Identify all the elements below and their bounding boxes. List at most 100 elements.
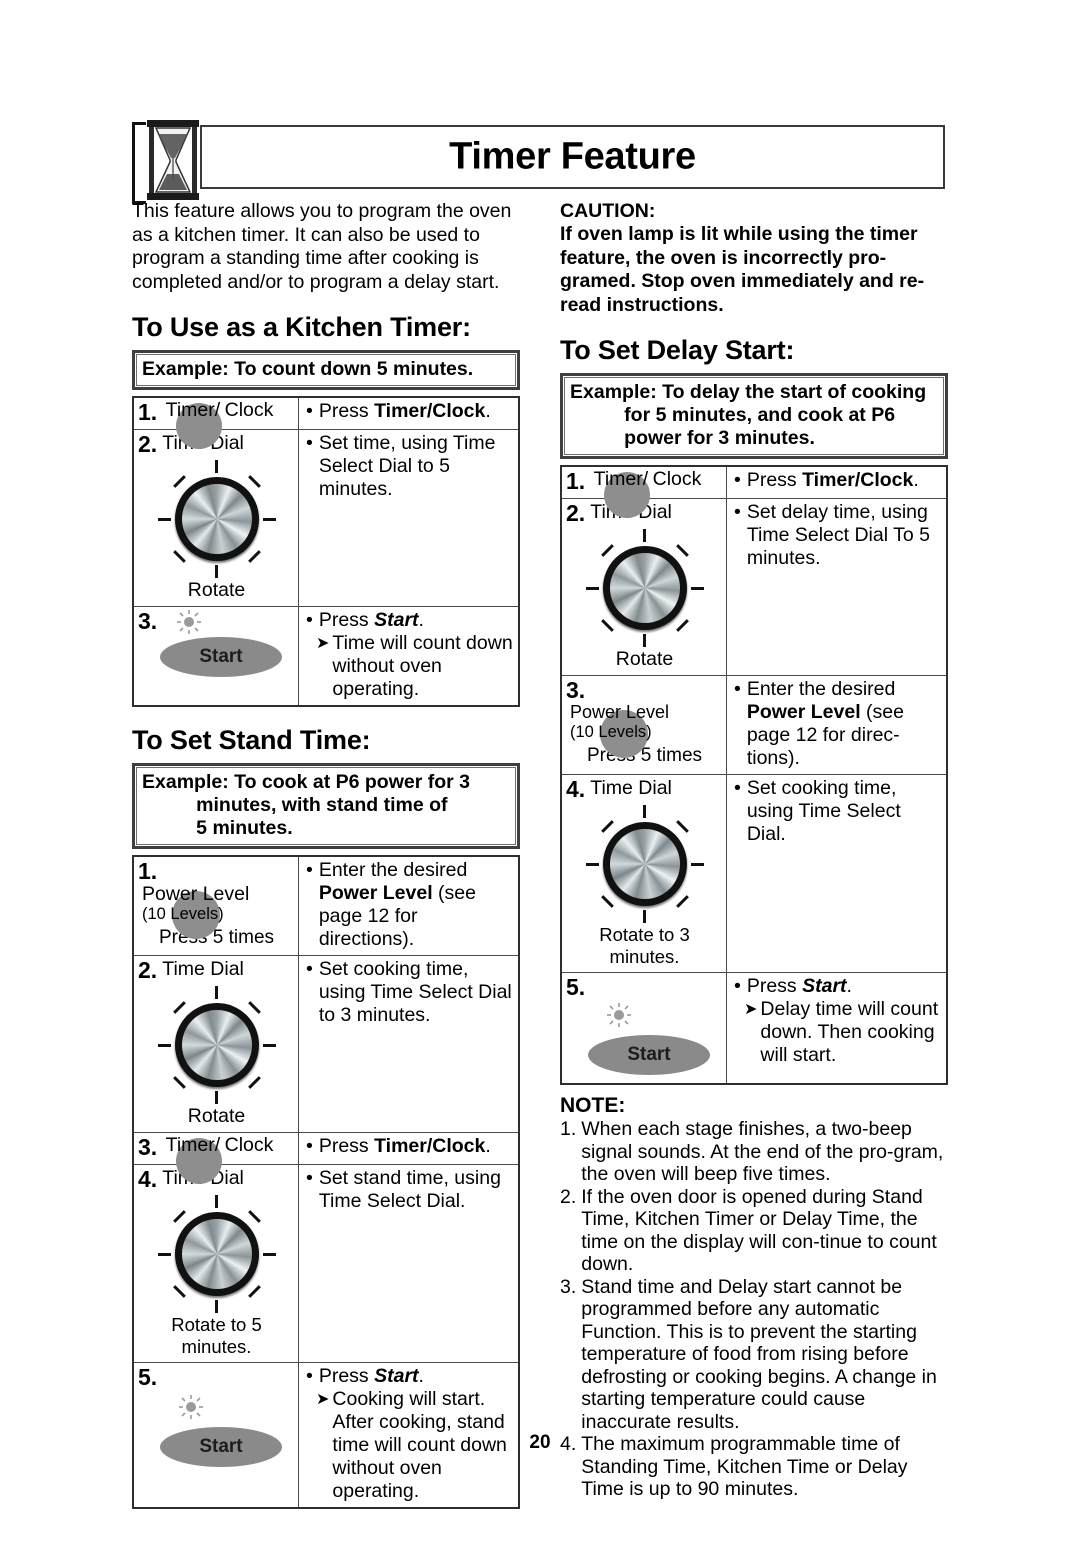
dial-tick: [643, 634, 646, 647]
step-action-cell: • Press Timer/Clock.: [298, 1132, 520, 1165]
timer-clock-label-line2: Clock: [224, 399, 274, 421]
dial-tick: [675, 895, 689, 908]
step-key-cell: 4. Time Dial: [560, 774, 727, 973]
steps-table-kitchen-timer: 1. Timer/ Clock • Press Timer/Clock. 2. …: [132, 396, 520, 707]
dial-tick: [215, 565, 218, 578]
time-select-dial[interactable]: [157, 1195, 276, 1313]
dial-tick: [215, 1300, 218, 1313]
example-line: 5 minutes.: [142, 817, 293, 839]
dial-tick: [247, 1001, 261, 1014]
dial-tick: [157, 1252, 171, 1256]
page-header: Timer Feature: [132, 118, 948, 204]
power-level-sublabel: (10 Levels): [570, 723, 652, 741]
action-bullet: • Press Start.: [734, 975, 943, 998]
step-action-cell: • Press Start. ➤ Delay time will count d…: [726, 972, 948, 1085]
step-key-cell: 4. Time Dial: [132, 1164, 299, 1363]
step-dial-header: 4. Time Dial: [566, 777, 723, 802]
action-bullet: • Set delay time, using Time Select Dial…: [734, 501, 943, 570]
example-line: Example: To cook at P6 power for 3: [142, 771, 470, 793]
power-level-button[interactable]: Power Level (10 Levels): [570, 702, 723, 758]
start-button[interactable]: Start: [160, 637, 282, 677]
dial-knob: [609, 829, 680, 899]
intro-paragraph: This feature allows you to program the o…: [132, 200, 512, 293]
action-bullet: • Enter the desired Power Level (see pag…: [306, 859, 515, 951]
note-number: 1.: [560, 1118, 577, 1140]
list-item: 2. If the oven door is opened during Sta…: [560, 1186, 948, 1276]
dial-tick: [690, 862, 704, 866]
power-level-button[interactable]: Power Level (10 Levels): [142, 883, 295, 939]
dial-tick: [172, 550, 186, 563]
time-select-dial[interactable]: [157, 460, 276, 578]
dial-tick: [600, 820, 614, 833]
dial-tick: [247, 1285, 261, 1298]
sun-icon: [176, 610, 201, 634]
time-select-dial[interactable]: [585, 529, 704, 647]
action-text: Enter the desired Power Level (see page …: [746, 678, 904, 769]
timer-clock-button[interactable]: Timer/ Clock: [166, 1135, 273, 1184]
section-heading-delay-start: To Set Delay Start:: [560, 335, 795, 365]
time-dial-label: Time Dial: [590, 777, 672, 799]
timer-clock-button[interactable]: Timer/ Clock: [166, 399, 274, 449]
dial-knob: [181, 484, 252, 554]
power-level-label: Power Level: [142, 883, 250, 905]
step-number: 3.: [138, 608, 158, 634]
time-select-dial[interactable]: [157, 986, 276, 1104]
step-action-cell: • Press Timer/Clock.: [726, 465, 948, 499]
dial-tick: [172, 1285, 186, 1298]
dial-knob: [181, 1219, 252, 1289]
list-item: 3. Stand time and Delay start cannot be …: [560, 1276, 948, 1434]
action-bullet: • Enter the desired Power Level (see pag…: [734, 678, 943, 770]
example-box-delay-start: Example: To delay the start of cooking f…: [560, 373, 948, 459]
title-box: Timer Feature: [200, 125, 945, 189]
dial-tick: [172, 475, 186, 488]
action-text: Press Timer/Clock.: [746, 469, 919, 491]
step-number: 2.: [566, 500, 586, 526]
action-text: Press Start.: [318, 609, 424, 631]
dial-tick: [643, 910, 646, 923]
step-dial-header: 2. Time Dial: [138, 958, 295, 983]
step-key-cell: 5. Start: [560, 972, 727, 1085]
dial-tick: [215, 1195, 218, 1208]
dial-tick: [172, 1076, 186, 1089]
step-key-cell: 2. Time Dial: [132, 429, 299, 607]
timer-clock-button[interactable]: Timer/ Clock: [594, 469, 701, 518]
time-select-dial[interactable]: [585, 805, 704, 923]
bullet-glyph: •: [306, 1365, 313, 1387]
action-arrow: ➤ Time will count down without oven oper…: [306, 632, 515, 701]
dial-tick: [247, 550, 261, 563]
step-action-cell: • Enter the desired Power Level (see pag…: [298, 855, 520, 956]
press-times-label: Press 5 times: [586, 745, 703, 766]
action-bullet: • Press Timer/Clock.: [306, 400, 515, 423]
dial-caption: Rotate: [187, 579, 246, 601]
action-text: Set cooking time, using Time Select Dial…: [746, 777, 901, 845]
dial-tick: [675, 619, 689, 632]
dial-tick: [675, 544, 689, 557]
bullet-glyph: •: [734, 501, 741, 523]
action-text: Enter the desired Power Level (see page …: [318, 859, 476, 950]
step-action-cell: • Set time, using Time Select Dial to 5 …: [298, 429, 520, 607]
step-key-cell: 1. Timer/ Clock: [560, 465, 727, 518]
bullet-glyph: •: [734, 975, 741, 997]
action-bullet: • Press Start.: [306, 1365, 515, 1388]
start-button-label: Start: [627, 1044, 671, 1065]
sun-icon: [179, 1395, 203, 1419]
step-key-cell: 3. Start: [132, 606, 299, 707]
action-bullet: • Press Timer/Clock.: [734, 469, 943, 492]
step-number: 2.: [138, 431, 158, 457]
section-heading-kitchen-timer: To Use as a Kitchen Timer:: [132, 312, 471, 342]
step-number: 1.: [138, 399, 158, 425]
dial-tick: [215, 460, 218, 473]
start-button[interactable]: Start: [588, 1035, 710, 1075]
dial-tick: [600, 619, 614, 632]
dial-tick: [262, 1043, 276, 1047]
dial-tick: [643, 529, 646, 542]
power-level-label: Power Level: [570, 702, 670, 722]
action-text: Press Start.: [318, 1365, 424, 1387]
dial-tick: [675, 820, 689, 833]
step-number: 4.: [566, 776, 586, 802]
arrow-text: Time will count down without oven operat…: [332, 632, 513, 700]
step-action-cell: • Press Timer/Clock.: [298, 396, 520, 430]
dial-tick: [643, 805, 646, 818]
arrow-glyph: ➤: [744, 1001, 758, 1018]
dial-tick: [172, 1001, 186, 1014]
